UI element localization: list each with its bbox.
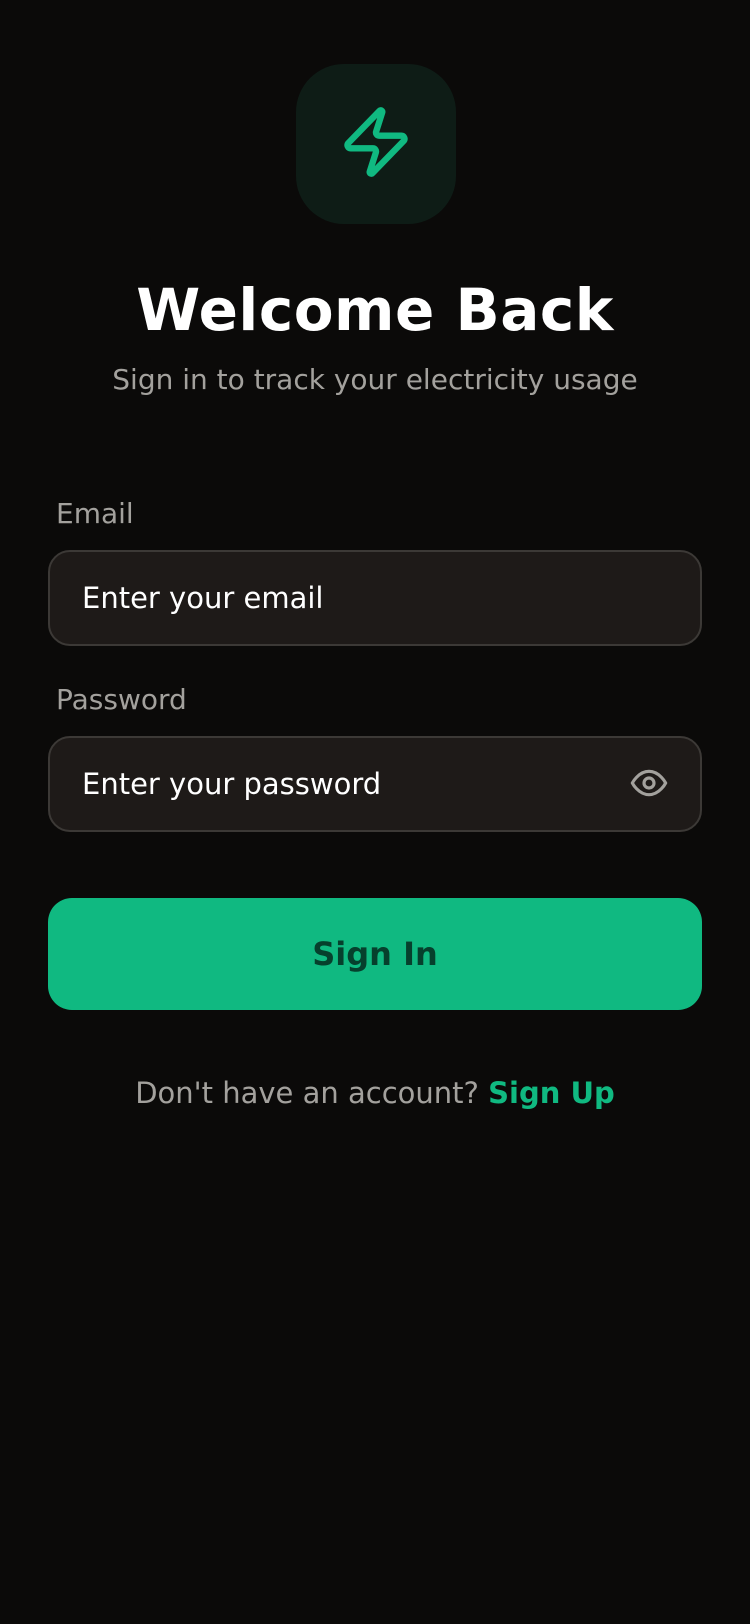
sign-up-link[interactable]: Sign Up [488,1076,615,1110]
password-field-container[interactable] [48,736,702,832]
signup-prompt-text: Don't have an account? [135,1076,479,1110]
signup-prompt: Don't have an account? Sign Up [0,1072,750,1114]
password-label: Password [56,683,187,716]
show-password-toggle[interactable] [628,764,670,806]
email-field[interactable] [82,552,642,644]
lightning-bolt-icon [338,104,414,184]
email-label: Email [56,497,134,530]
sign-in-button[interactable]: Sign In [48,898,702,1010]
password-field[interactable] [82,738,642,830]
email-field-container[interactable] [48,550,702,646]
eye-icon [629,763,669,807]
app-logo [296,64,456,224]
page-subtitle: Sign in to track your electricity usage [112,363,638,396]
page-title: Welcome Back [136,276,614,344]
